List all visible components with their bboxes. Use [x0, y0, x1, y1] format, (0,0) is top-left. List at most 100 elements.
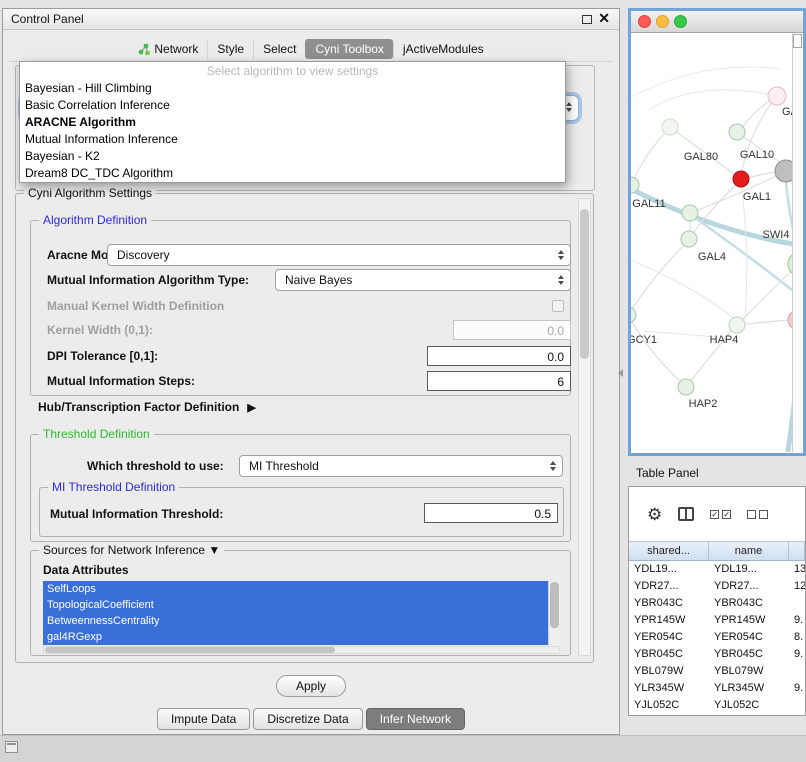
scrollbar-thumb[interactable] — [580, 209, 589, 359]
network-scrollbar[interactable] — [792, 33, 803, 452]
attribute-list-item[interactable]: SelfLoops — [43, 581, 560, 597]
data-attributes-list[interactable]: SelfLoopsTopologicalCoefficientBetweenne… — [43, 581, 560, 645]
table-row[interactable]: YER054CYER054C8. — [629, 629, 805, 646]
attribute-list-item[interactable]: TopologicalCoefficient — [43, 597, 560, 613]
bottom-tab-discretize-data[interactable]: Discretize Data — [253, 708, 362, 730]
collapse-down-icon[interactable]: ▼ — [208, 543, 220, 557]
table-row[interactable]: YPR145WYPR145W9. — [629, 612, 805, 629]
zoom-traffic-light-icon[interactable] — [674, 15, 687, 28]
mi-steps-field[interactable]: 6 — [427, 371, 571, 391]
settings-gear-icon[interactable]: ⚙ — [647, 506, 662, 523]
table-row[interactable]: YLR345WYLR345W9. — [629, 680, 805, 697]
algorithm-option[interactable]: ARACNE Algorithm — [20, 114, 565, 131]
algorithm-option[interactable]: Bayesian - Hill Climbing — [20, 80, 565, 97]
splitter-collapse-icon[interactable] — [618, 369, 623, 377]
kernel-width-field[interactable]: 0.0 — [453, 320, 571, 340]
table-cell — [789, 697, 805, 714]
algorithm-option[interactable]: Bayesian - K2 — [20, 148, 565, 165]
table-row[interactable]: YDR27...YDR27...12 — [629, 578, 805, 595]
control-panel-title: Control Panel — [11, 12, 84, 26]
attributes-horizontal-scrollbar[interactable] — [43, 646, 560, 654]
which-threshold-label: Which threshold to use: — [87, 459, 224, 473]
deselect-all-icon[interactable] — [747, 510, 768, 519]
cyni-settings-group: Cyni Algorithm Settings Algorithm Defini… — [15, 193, 594, 663]
scrollbar-thumb[interactable] — [550, 582, 559, 628]
network-node[interactable] — [729, 124, 745, 140]
restore-window-icon[interactable] — [5, 741, 18, 753]
expand-right-icon[interactable]: ▶ — [247, 402, 255, 414]
which-threshold-select[interactable]: MI Threshold — [239, 455, 563, 477]
threshold-definition-group: Threshold Definition Which threshold to … — [30, 434, 571, 542]
algorithm-option[interactable]: Mutual Information Inference — [20, 131, 565, 148]
control-panel-titlebar[interactable]: Control Panel ✕ — [3, 9, 619, 30]
hub-definition-toggle[interactable]: Hub/Transcription Factor Definition▶ — [38, 400, 256, 414]
dpi-tolerance-field[interactable]: 0.0 — [427, 346, 571, 366]
close-traffic-light-icon[interactable] — [638, 15, 651, 28]
table-cell: YLR345W — [709, 680, 789, 697]
tab-style[interactable]: Style — [207, 39, 253, 59]
network-node[interactable] — [631, 307, 636, 323]
scrollbar-thumb[interactable] — [45, 647, 335, 653]
bottom-tab-infer-network[interactable]: Infer Network — [366, 708, 465, 730]
attributes-vertical-scrollbar[interactable] — [548, 581, 560, 645]
network-canvas[interactable]: GAL80GAL10GAL11GAL1SWI4GAL4GCY1HAP4HAP2G… — [631, 33, 803, 452]
column-header[interactable] — [789, 542, 805, 560]
network-graph[interactable]: GAL80GAL10GAL11GAL1SWI4GAL4GCY1HAP4HAP2G… — [631, 33, 803, 452]
aracne-mode-select[interactable]: Discovery — [107, 244, 571, 266]
column-header[interactable]: shared... — [629, 542, 709, 560]
sources-title[interactable]: Sources for Network Inference ▼ — [39, 543, 224, 557]
network-edge — [631, 259, 737, 321]
aracne-mode-value: Discovery — [117, 248, 170, 262]
mi-type-select[interactable]: Naive Bayes — [275, 269, 571, 291]
table-row[interactable]: YBR043CYBR043C — [629, 595, 805, 612]
tab-bar: NetworkStyleSelect Cyni Toolbox jActiveMod… — [3, 37, 619, 60]
algorithm-option[interactable]: Dream8 DC_TDC Algorithm — [20, 165, 565, 182]
mi-threshold-field[interactable]: 0.5 — [424, 503, 558, 523]
network-node[interactable] — [682, 205, 698, 221]
table-row[interactable]: YBR045CYBR045C9. — [629, 646, 805, 663]
settings-scrollbar[interactable] — [578, 198, 591, 656]
minimize-traffic-light-icon[interactable] — [656, 15, 669, 28]
table-cell — [789, 663, 805, 680]
manual-kernel-label: Manual Kernel Width Definition — [47, 299, 224, 313]
manual-kernel-checkbox[interactable] — [552, 300, 564, 312]
table-cell: 9. — [789, 646, 805, 663]
network-node[interactable] — [729, 317, 745, 333]
tab-select[interactable]: Select — [253, 39, 305, 59]
mi-threshold-title: MI Threshold Definition — [48, 480, 179, 494]
network-edge — [741, 96, 777, 175]
network-node[interactable] — [678, 379, 694, 395]
scrollbar-thumb[interactable] — [793, 34, 802, 48]
table-cell: YDL19... — [629, 561, 709, 578]
network-node[interactable] — [733, 171, 749, 187]
node-label: GAL1 — [743, 191, 771, 203]
node-label: GAL4 — [698, 251, 726, 263]
float-window-icon[interactable] — [582, 15, 592, 24]
show-columns-icon[interactable] — [678, 507, 694, 521]
tab-label: Cyni Toolbox — [315, 42, 383, 56]
tab-network[interactable]: Network — [129, 39, 207, 59]
table-row[interactable]: YJL052CYJL052C — [629, 697, 805, 714]
algorithm-option[interactable]: Basic Correlation Inference — [20, 97, 565, 114]
network-node[interactable] — [681, 231, 697, 247]
network-window-titlebar[interactable] — [631, 11, 803, 33]
close-icon[interactable]: ✕ — [598, 10, 610, 27]
tab-jactivemodules[interactable]: jActiveModules — [393, 39, 493, 59]
apply-button[interactable]: Apply — [276, 675, 346, 697]
table-row[interactable]: YDL19...YDL19...13 — [629, 561, 805, 578]
network-node[interactable] — [768, 87, 786, 105]
network-edge — [650, 90, 777, 109]
dpi-tolerance-label: DPI Tolerance [0,1]: — [47, 349, 158, 363]
algorithm-definition-title: Algorithm Definition — [39, 213, 151, 227]
tab-cyni-toolbox[interactable]: Cyni Toolbox — [305, 39, 392, 59]
attribute-list-item[interactable]: gal4RGexp — [43, 629, 560, 645]
network-node[interactable] — [662, 119, 678, 135]
attribute-list-item[interactable]: BetweennessCentrality — [43, 613, 560, 629]
table-row[interactable]: YBL079WYBL079W — [629, 663, 805, 680]
network-view-window[interactable]: GAL80GAL10GAL11GAL1SWI4GAL4GCY1HAP4HAP2G… — [628, 8, 806, 456]
bottom-tab-impute-data[interactable]: Impute Data — [157, 708, 250, 730]
table-cell: 8. — [789, 629, 805, 646]
column-header[interactable]: name — [709, 542, 789, 560]
control-panel-window: Control Panel ✕ NetworkStyleSelect Cyni T… — [2, 8, 620, 735]
select-all-icon[interactable]: ✓✓ — [710, 510, 731, 519]
